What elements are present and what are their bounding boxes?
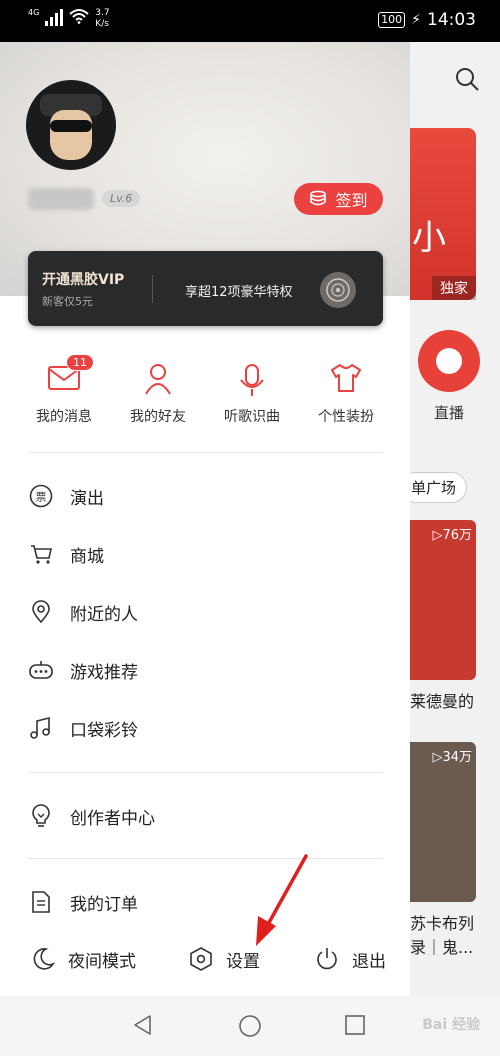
- quick-actions: 11 我的消息 我的好友 听歌识曲 个性装扮: [0, 354, 410, 432]
- power-icon: [317, 948, 337, 970]
- location-icon: [28, 599, 54, 625]
- watermark: Bai 经验: [422, 1017, 480, 1033]
- playlist-title: 苏卡布列: [410, 914, 475, 933]
- settings-hexagon-icon: [190, 947, 212, 971]
- network-type: 4G: [28, 8, 40, 17]
- menu-label: 附近的人: [70, 604, 138, 625]
- menu-item-nearby[interactable]: 附近的人: [28, 592, 383, 632]
- tshirt-icon: [331, 364, 361, 392]
- clock: 14:03: [427, 10, 476, 30]
- settings-label: 设置: [226, 951, 260, 972]
- charging-icon: ⚡: [411, 12, 421, 28]
- banner-text: 小: [412, 218, 446, 258]
- vinyl-icon: [320, 272, 356, 308]
- menu-label: 创作者中心: [70, 808, 155, 829]
- background-app: 小 独家 直播 单广场 ▷76万 莱德曼的 ▷34万 苏卡布列 录｜鬼...: [410, 42, 500, 996]
- mic-icon: [240, 364, 264, 396]
- divider: [28, 772, 383, 773]
- cart-icon: [28, 541, 54, 567]
- divider: [28, 452, 383, 453]
- night-mode-button[interactable]: 夜间模式: [30, 946, 136, 972]
- recents-icon[interactable]: [344, 1014, 366, 1036]
- home-icon[interactable]: [238, 1014, 262, 1038]
- playlist-card[interactable]: ▷34万: [410, 742, 476, 902]
- menu-item-shows[interactable]: 票 演出: [28, 476, 383, 516]
- play-count: ▷34万: [432, 750, 472, 765]
- side-drawer: Lv.6 签到 开通黑胶VIP 新客仅5元 享超12项豪华特权 11 我的消息 …: [0, 42, 410, 996]
- divider: [152, 275, 153, 303]
- username[interactable]: [28, 188, 94, 210]
- gamepad-icon: [28, 657, 54, 683]
- music-note-icon: [28, 715, 54, 741]
- menu-label: 我的订单: [70, 894, 138, 915]
- live-label: 直播: [434, 404, 465, 422]
- person-icon: [145, 364, 171, 395]
- playlist-card[interactable]: ▷76万: [410, 520, 476, 680]
- quick-label: 我的好友: [130, 409, 186, 425]
- settings-button[interactable]: 设置: [188, 946, 260, 972]
- checkin-button[interactable]: 签到: [294, 183, 383, 215]
- menu-label: 演出: [70, 488, 104, 509]
- ticket-icon: 票: [28, 483, 54, 509]
- quick-song-recognition[interactable]: 听歌识曲: [202, 362, 302, 426]
- menu-item-creator-center[interactable]: 创作者中心: [28, 796, 383, 836]
- playlist-square-button[interactable]: 单广场: [410, 472, 468, 503]
- live-icon[interactable]: [418, 330, 480, 392]
- level-badge: Lv.6: [102, 190, 141, 207]
- moon-icon: [33, 948, 56, 970]
- menu-item-orders[interactable]: 我的订单: [28, 882, 383, 922]
- menu-item-games[interactable]: 游戏推荐: [28, 650, 383, 690]
- banner-card[interactable]: 小 独家: [410, 128, 476, 300]
- system-nav-bar: Bai 经验: [0, 996, 500, 1056]
- logout-label: 退出: [352, 951, 386, 972]
- menu-label: 商城: [70, 546, 104, 567]
- vip-promo: 享超12项豪华特权: [185, 285, 293, 300]
- svg-text:票: 票: [36, 491, 47, 504]
- battery-icon: 100: [378, 12, 406, 28]
- status-bar: 4G 3.7 K/s 100 ⚡ 14:03: [0, 0, 500, 42]
- quick-label: 我的消息: [36, 409, 92, 425]
- search-icon[interactable]: [454, 66, 480, 92]
- drawer-bottom-bar: 夜间模式 设置 退出: [0, 928, 410, 996]
- playlist-title: 录｜鬼...: [410, 938, 474, 957]
- play-count: ▷76万: [432, 528, 472, 543]
- menu-item-mall[interactable]: 商城: [28, 534, 383, 574]
- lightbulb-icon: [28, 803, 54, 829]
- checkin-label: 签到: [335, 191, 368, 210]
- menu-label: 口袋彩铃: [70, 720, 138, 741]
- quick-friends[interactable]: 我的好友: [108, 362, 208, 426]
- signal-icon: [45, 8, 64, 26]
- quick-messages[interactable]: 11 我的消息: [14, 354, 114, 426]
- vip-title: 开通黑胶VIP: [42, 272, 125, 288]
- unread-badge: 11: [66, 354, 94, 371]
- avatar[interactable]: [26, 80, 116, 170]
- network-speed: 3.7 K/s: [95, 8, 110, 29]
- coins-icon: [310, 190, 327, 206]
- quick-dress-up[interactable]: 个性装扮: [296, 362, 396, 426]
- quick-label: 个性装扮: [318, 409, 374, 425]
- divider: [28, 858, 383, 859]
- logout-button[interactable]: 退出: [314, 946, 386, 972]
- vip-banner[interactable]: 开通黑胶VIP 新客仅5元 享超12项豪华特权: [28, 251, 383, 326]
- document-icon: [28, 889, 54, 915]
- back-icon[interactable]: [132, 1014, 154, 1036]
- night-mode-label: 夜间模式: [68, 951, 136, 972]
- banner-tag: 独家: [432, 276, 476, 300]
- menu-item-ringtone[interactable]: 口袋彩铃: [28, 708, 383, 748]
- menu-label: 游戏推荐: [70, 662, 138, 683]
- quick-label: 听歌识曲: [224, 409, 280, 425]
- vip-subtitle: 新客仅5元: [42, 295, 93, 308]
- wifi-icon: [69, 9, 89, 24]
- playlist-title: 莱德曼的: [410, 692, 475, 711]
